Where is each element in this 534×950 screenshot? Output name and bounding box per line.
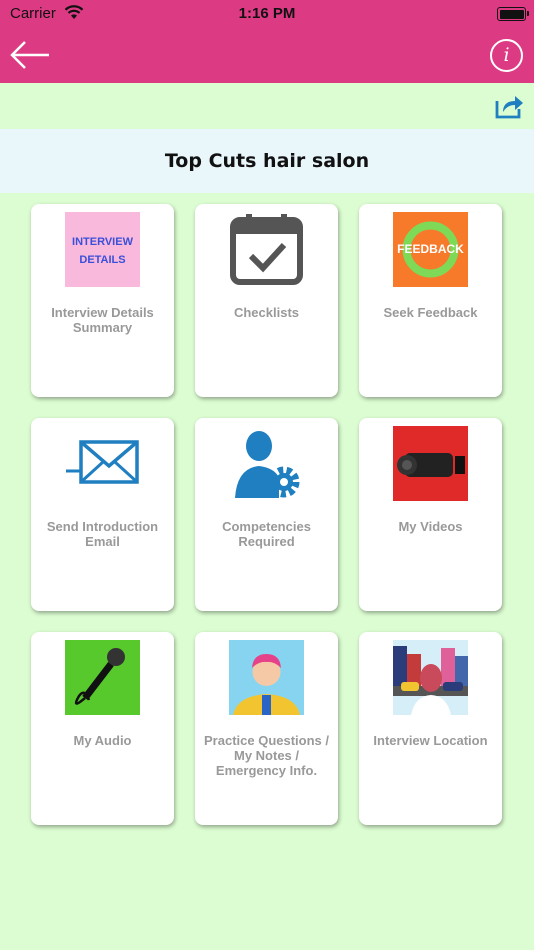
microphone-image	[65, 640, 140, 715]
tile-practice-questions[interactable]: Practice Questions / My Notes / Emergenc…	[195, 632, 338, 825]
tile-interview-details[interactable]: INTERVIEW DETAILS Interview Details Summ…	[31, 204, 174, 397]
tile-my-videos[interactable]: My Videos	[359, 418, 502, 611]
tile-my-audio[interactable]: My Audio	[31, 632, 174, 825]
back-arrow-icon[interactable]	[8, 38, 52, 72]
tile-label: Practice Questions / My Notes / Emergenc…	[204, 733, 329, 778]
person-image	[229, 640, 304, 715]
tile-label: Checklists	[233, 305, 300, 320]
location-image	[393, 640, 468, 715]
interview-image-text-1: INTERVIEW	[72, 236, 134, 248]
tile-competencies-required[interactable]: Competencies Required	[195, 418, 338, 611]
battery-icon	[497, 7, 529, 21]
tile-label: Interview Details Summary	[51, 305, 154, 335]
share-icon[interactable]	[494, 92, 524, 120]
tile-label: Send Introduction Email	[46, 519, 159, 549]
status-time: 1:16 PM	[238, 5, 296, 22]
calendar-check-icon	[230, 214, 303, 285]
title-band: Top Cuts hair salon	[0, 129, 534, 193]
tile-label: My Audio	[73, 733, 132, 748]
tile-label: Competencies Required	[222, 519, 311, 549]
tile-label: Interview Location	[373, 733, 488, 748]
tile-checklists[interactable]: Checklists	[195, 204, 338, 397]
status-bar: Carrier 1:16 PM	[0, 0, 534, 28]
tile-interview-location[interactable]: Interview Location	[359, 632, 502, 825]
page-title: Top Cuts hair salon	[164, 150, 370, 172]
person-gear-icon	[235, 431, 300, 498]
email-icon	[66, 440, 139, 484]
tile-label: My Videos	[398, 519, 463, 534]
tile-send-introduction-email[interactable]: Send Introduction Email	[31, 418, 174, 611]
interview-details-image: INTERVIEW DETAILS	[65, 212, 140, 287]
video-camera-image	[393, 426, 468, 501]
info-icon[interactable]: i	[490, 39, 523, 72]
tile-label: Seek Feedback	[383, 305, 478, 320]
feedback-image: FEEDBACK	[393, 212, 468, 287]
tile-seek-feedback[interactable]: FEEDBACK Seek Feedback	[359, 204, 502, 397]
feedback-image-text: FEEDBACK	[397, 242, 464, 256]
interview-image-text-2: DETAILS	[79, 254, 125, 266]
nav-bar: i	[0, 28, 534, 83]
